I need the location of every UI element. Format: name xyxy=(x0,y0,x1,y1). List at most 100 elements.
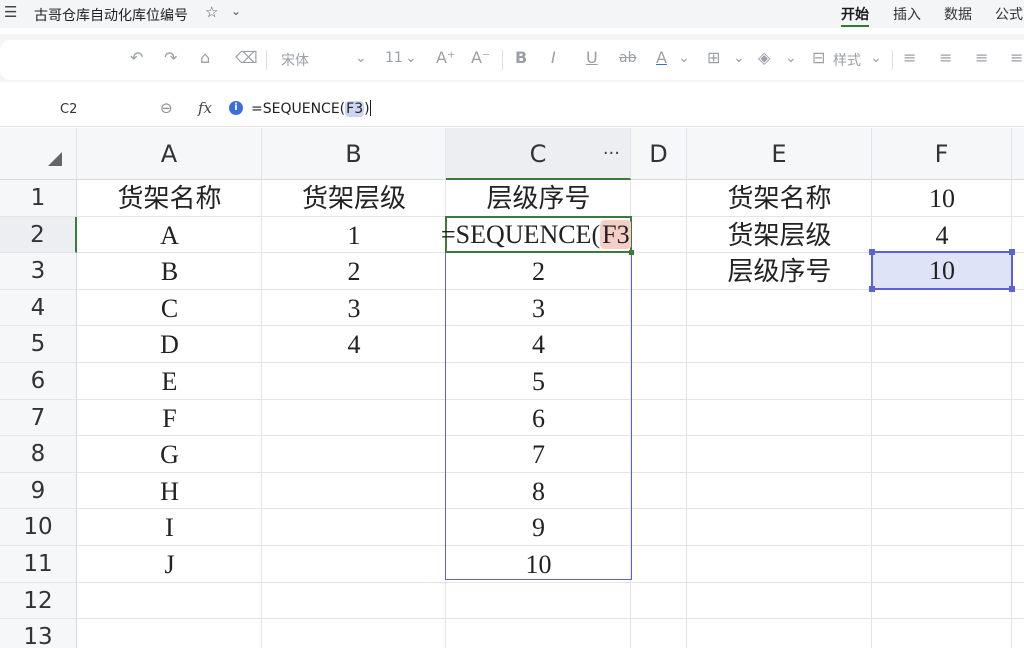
font-size-select[interactable]: 11 xyxy=(385,50,403,66)
cell-e1[interactable]: 货架名称 xyxy=(687,180,872,217)
column-header-g[interactable] xyxy=(1012,128,1024,180)
cell-c1[interactable]: 层级序号 xyxy=(446,180,631,217)
fill-color-icon[interactable]: ◈ xyxy=(758,48,770,67)
column-header-b[interactable]: B xyxy=(262,128,446,180)
tab-data[interactable]: 数据 xyxy=(944,4,972,24)
title-bar: ☰ 古哥仓库自动化库位编号 ☆ ⌄ 开始 插入 数据 公式 xyxy=(0,0,1024,28)
cell-a5[interactable]: D xyxy=(77,326,262,363)
align-center-icon[interactable]: ≡ xyxy=(939,48,952,67)
bold-icon[interactable]: B xyxy=(515,48,527,67)
toolbar-separator xyxy=(266,50,267,70)
text-caret xyxy=(369,100,371,116)
decrease-font-icon[interactable]: A⁻ xyxy=(471,48,490,67)
redo-icon[interactable]: ↷ xyxy=(164,48,177,67)
cell-f2[interactable]: 4 xyxy=(872,217,1012,254)
cell-a1[interactable]: 货架名称 xyxy=(77,180,262,217)
cell-editor-ref: F3 xyxy=(600,220,631,249)
cell-a3[interactable]: B xyxy=(77,253,262,290)
toolbar-separator xyxy=(502,50,503,70)
cell-a2[interactable]: A xyxy=(77,217,262,254)
format-painter-icon[interactable]: ⌂ xyxy=(200,48,210,67)
row-header-13[interactable]: 13 xyxy=(0,619,77,648)
tab-home[interactable]: 开始 xyxy=(841,4,869,27)
borders-chevron-icon[interactable]: ⌄ xyxy=(733,50,745,66)
align-left-icon[interactable]: ≡ xyxy=(903,48,916,67)
font-color-icon[interactable]: A xyxy=(656,48,667,67)
row-header-5[interactable]: 5 xyxy=(0,326,77,363)
chevron-down-icon[interactable]: ⌄ xyxy=(231,4,241,18)
column-header-a[interactable]: A xyxy=(77,128,262,180)
row-header-9[interactable]: 9 xyxy=(0,472,77,510)
cell-style-chevron-icon[interactable]: ⌄ xyxy=(870,50,882,66)
cell-a10[interactable]: I xyxy=(77,509,262,546)
tab-insert[interactable]: 插入 xyxy=(893,4,921,24)
undo-icon[interactable]: ↶ xyxy=(130,48,143,67)
cell-a4[interactable]: C xyxy=(77,290,262,327)
cell-f3[interactable]: 10 xyxy=(872,253,1012,289)
formula-ref: F3 xyxy=(345,101,365,117)
tab-formula[interactable]: 公式 xyxy=(995,4,1023,24)
row-header-7[interactable]: 7 xyxy=(0,399,77,437)
align-right-icon[interactable]: ≡ xyxy=(975,48,988,67)
eraser-icon[interactable]: ⌫ xyxy=(235,48,258,67)
select-all-corner[interactable] xyxy=(0,128,77,180)
cell-f1[interactable]: 10 xyxy=(872,180,1012,217)
formula-input[interactable]: =SEQUENCE(F3) xyxy=(251,100,371,117)
row-header-2[interactable]: 2 xyxy=(0,216,77,254)
fx-icon[interactable]: fx xyxy=(198,99,212,117)
cell-b4[interactable]: 3 xyxy=(262,290,446,327)
increase-font-icon[interactable]: A⁺ xyxy=(436,48,455,67)
cell-a8[interactable]: G xyxy=(77,436,262,473)
corner-triangle-icon xyxy=(48,152,62,166)
cell-a7[interactable]: F xyxy=(77,400,262,437)
font-name-select[interactable]: 宋体 xyxy=(281,50,309,70)
font-name-chevron-icon[interactable]: ⌄ xyxy=(355,50,367,66)
spreadsheet-grid[interactable]: A B C ··· D E F 1 2 3 4 5 6 7 8 9 10 11 12 13 货架名称 A B C… xyxy=(0,128,1024,648)
cell-a6[interactable]: E xyxy=(77,363,262,400)
column-header-e[interactable]: E xyxy=(687,128,872,180)
font-size-chevron-icon[interactable]: ⌄ xyxy=(405,50,417,66)
row-header-1[interactable]: 1 xyxy=(0,180,77,217)
star-icon[interactable]: ☆ xyxy=(205,3,218,21)
info-icon[interactable]: i xyxy=(229,101,243,115)
name-box[interactable]: C2 xyxy=(0,91,140,127)
cell-b1[interactable]: 货架层级 xyxy=(262,180,446,217)
cell-b5[interactable]: 4 xyxy=(262,326,446,363)
column-header-d[interactable]: D xyxy=(631,128,687,180)
borders-icon[interactable]: ⊞ xyxy=(707,48,720,67)
cell-style-button[interactable]: 样式 xyxy=(833,50,861,70)
cell-e2[interactable]: 货架层级 xyxy=(687,217,872,254)
cell-style-icon[interactable]: ⊟ xyxy=(812,48,825,67)
cell-editor[interactable]: =SEQUENCE(F3) xyxy=(441,218,631,252)
row-header-12[interactable]: 12 xyxy=(0,582,77,620)
cell-a11[interactable]: J xyxy=(77,546,262,583)
column-header-c[interactable]: C ··· xyxy=(446,128,631,180)
cell-b2[interactable]: 1 xyxy=(262,217,446,254)
row-header-11[interactable]: 11 xyxy=(0,546,77,583)
formula-prefix: =SEQUENCE( xyxy=(251,101,346,117)
cell-a9[interactable]: H xyxy=(77,473,262,510)
cell-b3[interactable]: 2 xyxy=(262,253,446,290)
underline-icon[interactable]: U xyxy=(586,48,598,67)
toolbar-separator xyxy=(892,50,893,70)
column-header-f[interactable]: F xyxy=(872,128,1012,180)
row-header-10[interactable]: 10 xyxy=(0,509,77,546)
selection-range xyxy=(445,216,632,580)
hamburger-menu-icon[interactable]: ☰ xyxy=(4,3,17,21)
row-header-4[interactable]: 4 xyxy=(0,289,77,327)
row-header-6[interactable]: 6 xyxy=(0,363,77,400)
row-header-3[interactable]: 3 xyxy=(0,253,77,290)
cell-editor-prefix: =SEQUENCE( xyxy=(441,220,601,249)
grid-line xyxy=(77,618,1024,620)
row-header-8[interactable]: 8 xyxy=(0,436,77,473)
align-justify-icon[interactable]: ≡ xyxy=(1010,48,1023,67)
more-options-icon[interactable]: ··· xyxy=(603,128,620,180)
italic-icon[interactable]: I xyxy=(551,48,556,67)
font-color-chevron-icon[interactable]: ⌄ xyxy=(678,50,690,66)
strikethrough-icon[interactable]: ab xyxy=(619,50,636,66)
fill-color-chevron-icon[interactable]: ⌄ xyxy=(785,50,797,66)
formula-bar: C2 ⊖ fx i =SEQUENCE(F3) xyxy=(0,91,1024,127)
cell-e3[interactable]: 层级序号 xyxy=(687,253,872,290)
ribbon-toolbar: ↶ ↷ ⌂ ⌫ 宋体 ⌄ 11 ⌄ A⁺ A⁻ B I U ab A ⌄ ⊞ ⌄… xyxy=(0,34,1024,82)
zoom-search-icon[interactable]: ⊖ xyxy=(160,99,173,117)
